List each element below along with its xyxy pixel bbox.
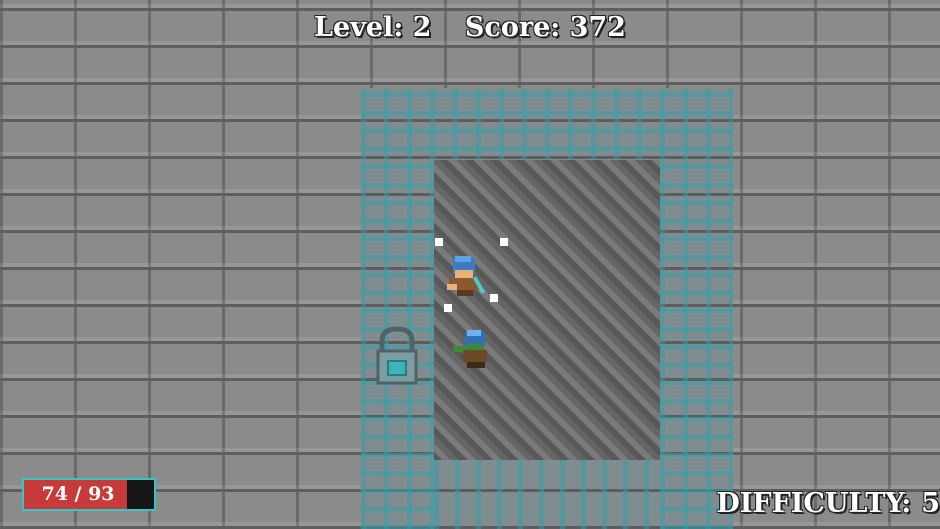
aim-dot — [435, 238, 443, 246]
hero-sprite[interactable] — [443, 254, 493, 302]
dungeon-room-exit-corridor — [434, 460, 660, 529]
aim-dot — [444, 304, 452, 312]
difficulty-label: DIFFICULTY: — [716, 488, 912, 519]
difficulty-indicator: DIFFICULTY: 5 — [706, 488, 940, 519]
health-text: 74 / 93 — [41, 483, 115, 505]
difficulty-value: 5 — [921, 488, 940, 519]
aim-dot — [500, 238, 508, 246]
score-label: Score: 372 — [464, 12, 626, 43]
level-label: Level: 2 — [314, 12, 432, 43]
dungeon-room-floor — [434, 160, 660, 460]
health-bar: 74 / 93 — [22, 478, 156, 511]
top-hud: Level: 2 Score: 372 — [0, 12, 940, 43]
goblin-enemy-sprite[interactable] — [451, 328, 499, 372]
padlock-icon[interactable] — [374, 325, 420, 387]
